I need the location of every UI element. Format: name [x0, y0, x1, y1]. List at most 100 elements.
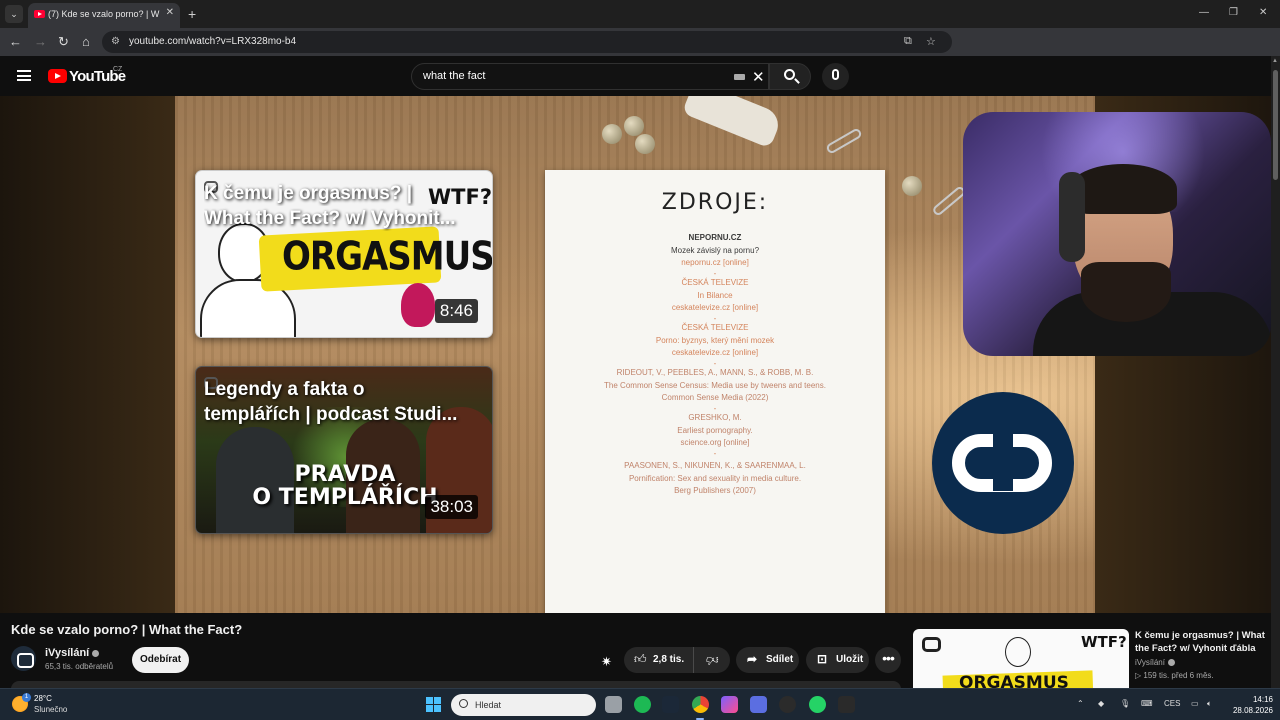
subscribe-button[interactable]: Odebírat [132, 647, 189, 673]
source-entry: RIDEOUT, V., PEEBLES, A., MANN, S., & RO… [545, 367, 885, 405]
epic-games-icon[interactable] [838, 696, 855, 713]
microphone-tray-icon[interactable]: 🎙︎ [1120, 699, 1130, 708]
thumbnail-word: ORGASMUS [282, 234, 493, 280]
source-publisher: Berg Publishers (2007) [674, 486, 756, 495]
sources-paper: ZDROJE: NEPORNU.CZ Mozek závislý na porn… [545, 170, 885, 613]
tab-title: (7) Kde se vzalo porno? | What the Fact? [48, 9, 160, 19]
whatsapp-icon[interactable] [809, 696, 826, 713]
end-screen-video-card[interactable]: PRAVDA O TEMPLÁŘÍCH Legendy a fakta o te… [195, 366, 493, 534]
weather-description[interactable]: Slunečno [34, 705, 67, 714]
recommended-channel-text[interactable]: iVysílání [1135, 658, 1165, 667]
coin-prop [602, 124, 622, 144]
save-label: Uložit [836, 654, 864, 665]
bookmark-star-icon[interactable]: ☆ [926, 35, 936, 48]
steam-icon[interactable] [662, 696, 679, 713]
clock-date[interactable]: 28.08.2026 [1226, 706, 1273, 715]
gear-icon[interactable]: ✷ [601, 654, 612, 670]
forward-icon[interactable]: → [34, 34, 47, 49]
source-work: The Common Sense Census: Media use by tw… [604, 380, 826, 390]
volume-icon[interactable]: 🔈︎ [1207, 699, 1212, 709]
spotify-icon[interactable] [634, 696, 651, 713]
youtube-logo-icon[interactable] [48, 69, 67, 83]
save-button[interactable]: ⊡ Uložit [806, 647, 869, 673]
recommended-video-title[interactable]: K čemu je orgasmus? | What the Fact? w/ … [1135, 629, 1265, 655]
save-app-icon[interactable] [750, 696, 767, 713]
video-title: Kde se vzalo porno? | What the Fact? [11, 622, 243, 637]
uterus-illustration [401, 283, 435, 327]
cast-icon[interactable]: ⧉ [904, 35, 912, 48]
taskbar-search-placeholder: Hledat [475, 700, 502, 710]
source-work: Earliest pornography. [677, 425, 753, 435]
close-window-button[interactable]: ✕ [1259, 7, 1267, 18]
site-info-icon[interactable]: ⚙ [111, 36, 120, 47]
sources-heading: ZDROJE: [661, 190, 769, 215]
end-screen-video-card[interactable]: ORGASMUS WTF? K čemu je orgasmus? | What… [195, 170, 493, 338]
channel-subscribe-logo[interactable] [932, 392, 1074, 534]
channel-avatar[interactable] [11, 646, 36, 671]
home-icon[interactable]: ⌂ [82, 34, 90, 49]
search-button[interactable] [769, 63, 811, 90]
tray-overflow-icon[interactable]: ⌃ [1077, 699, 1084, 708]
url-text[interactable]: youtube.com/watch?v=LRX328mo-b4 [129, 36, 296, 47]
start-button[interactable] [426, 697, 442, 713]
paperclip-prop [931, 184, 967, 218]
youtube-favicon-icon [34, 10, 45, 18]
source-entry: ČESKÁ TELEVIZE In Bilance ceskatelevize.… [545, 277, 885, 315]
source-entry: GRESHKO, M. Earliest pornography. scienc… [545, 412, 885, 450]
channel-name[interactable]: iVysílání [45, 647, 100, 659]
restore-window-button[interactable]: ❐ [1229, 7, 1238, 18]
new-tab-button[interactable]: + [188, 6, 196, 22]
like-count: 2,8 tis. [653, 654, 685, 665]
source-publisher: Common Sense Media (2022) [661, 393, 769, 402]
source-author: ČESKÁ TELEVIZE [681, 278, 749, 287]
wtf-mark: WTF? [1081, 633, 1127, 651]
recommended-video-thumbnail[interactable]: WTF? ORGASMUS [913, 629, 1129, 689]
search-query[interactable]: what the fact [423, 70, 485, 82]
verified-icon [92, 649, 100, 657]
clock-time[interactable]: 14:16 [1233, 695, 1273, 704]
hamburger-menu-icon[interactable] [17, 70, 31, 81]
search-icon [784, 69, 795, 80]
channel-name-text[interactable]: iVysílání [45, 647, 89, 659]
minimize-window-button[interactable]: — [1199, 7, 1209, 18]
input-language[interactable]: CES [1164, 699, 1180, 708]
share-label: Sdílet [766, 654, 794, 665]
source-author: NEPORNU.CZ [688, 233, 742, 242]
clear-search-icon[interactable]: ✕ [752, 68, 765, 86]
dropbox-icon[interactable]: ◆ [1098, 699, 1104, 708]
back-icon[interactable]: ← [9, 34, 22, 49]
sketch-figure [1005, 637, 1031, 667]
search-input[interactable]: what the fact ✕ [411, 63, 769, 90]
windows-logo-icon [426, 697, 433, 704]
coin-prop [902, 176, 922, 196]
video-player[interactable]: ORGASMUS WTF? K čemu je orgasmus? | What… [0, 96, 1280, 613]
photos-icon[interactable] [721, 696, 738, 713]
obs-icon[interactable] [779, 696, 796, 713]
weather-temperature[interactable]: 28°C [34, 694, 52, 703]
source-publisher: ceskatelevize.cz [online] [671, 303, 759, 312]
reload-icon[interactable]: ↻ [58, 34, 69, 50]
browser-toolbar: ← → ↻ ⌂ ⚙ youtube.com/watch?v=LRX328mo-b… [0, 28, 1280, 56]
scroll-up-icon[interactable]: ▲ [1272, 58, 1278, 64]
more-actions-button[interactable]: ••• [875, 647, 901, 673]
ct-logo-icon [952, 433, 1052, 492]
keyboard-tray-icon[interactable]: ⌨ [1141, 699, 1153, 708]
scrollbar-thumb[interactable] [1273, 70, 1278, 180]
close-tab-icon[interactable]: ✕ [166, 7, 174, 18]
share-button[interactable]: ➦ Sdílet [736, 647, 799, 673]
keyboard-icon[interactable] [734, 74, 745, 80]
webcam-overlay [963, 112, 1271, 356]
browser-tab-active[interactable]: (7) Kde se vzalo porno? | What the Fact?… [28, 3, 180, 28]
chrome-icon[interactable] [692, 696, 709, 713]
source-work: Porno: byznys, který mění mozek [655, 335, 775, 345]
display-icon[interactable]: ▭ [1191, 699, 1199, 708]
share-icon: ➦ [747, 652, 758, 666]
taskbar-search[interactable]: Hledat [451, 694, 596, 716]
tab-search-button[interactable]: ⌄ [5, 5, 23, 23]
dislike-button[interactable]: 👍︎ [695, 647, 730, 673]
voice-search-button[interactable] [822, 63, 849, 90]
address-bar[interactable]: ⚙ youtube.com/watch?v=LRX328mo-b4 ⧉ ☆ [102, 31, 952, 53]
recommended-channel[interactable]: iVysílání [1135, 658, 1175, 667]
file-explorer-icon[interactable] [605, 696, 622, 713]
like-button[interactable]: 👍︎ 2,8 tis. [624, 647, 694, 673]
